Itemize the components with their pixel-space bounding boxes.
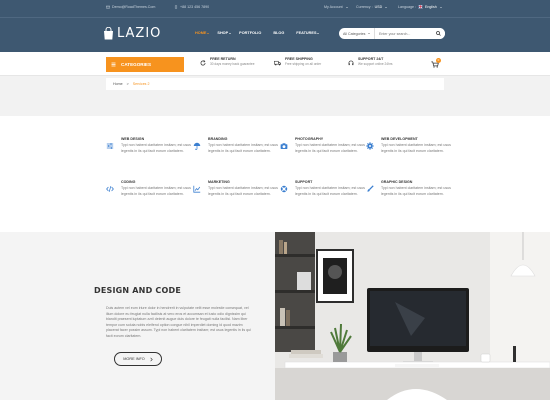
service-title: PHOTOGRAPHY <box>295 137 324 141</box>
chevron-down-icon <box>317 32 320 34</box>
cart-count-badge: 0 <box>436 58 441 63</box>
service-title: BRANDING <box>208 137 228 141</box>
feature-subtitle: Free shipping on all order <box>285 62 322 66</box>
feature-free-return: FREE RETURN 30 days money back guarantee <box>200 57 254 66</box>
email-text: Demo@RoadThemes.Com <box>112 5 156 9</box>
nav-shop-label: SHOP <box>217 31 229 35</box>
brush-icon <box>367 185 374 192</box>
nav-blog-label: BLOG <box>273 31 285 35</box>
service-description: Typi non habent claritatem insitam; est … <box>381 186 451 196</box>
language-value: English <box>425 5 437 9</box>
main-nav: HOME SHOP PORTFOLIO BLOG FEATURES <box>195 31 320 35</box>
service-title: CODING <box>121 180 136 184</box>
search-button[interactable] <box>432 28 445 39</box>
headset-icon <box>348 60 354 66</box>
code-icon <box>106 186 114 192</box>
my-account-dropdown[interactable]: My Account <box>324 5 348 9</box>
phone-text: +88 123 456 7890 <box>180 5 210 9</box>
cart-button[interactable]: 0 <box>431 58 441 69</box>
search-bar: All Categories <box>339 28 445 39</box>
nav-shop[interactable]: SHOP <box>217 31 232 35</box>
nav-portfolio-label: PORTFOLIO <box>239 31 262 35</box>
nav-portfolio[interactable]: PORTFOLIO <box>239 31 261 35</box>
phone-contact: +88 123 456 7890 <box>174 5 209 9</box>
logo[interactable]: LAZIO <box>103 26 161 41</box>
chevron-down-icon <box>368 33 371 34</box>
categories-button[interactable]: CATEGORIES <box>106 57 184 72</box>
shopping-bag-icon <box>104 27 113 40</box>
service-title: WEB DEVELOPMENT <box>381 137 418 141</box>
service-description: Typi non habent claritatem insitam; est … <box>295 186 365 196</box>
currency-selector[interactable]: Currency : USD <box>356 5 388 9</box>
service-title: WEB DESIGN <box>121 137 145 141</box>
truck-icon <box>274 60 281 66</box>
chevron-down-icon <box>345 6 348 8</box>
service-title: MARKETING <box>208 180 230 184</box>
nav-features-label: FEATURES <box>296 31 317 35</box>
logo-text: LAZIO <box>117 26 162 41</box>
more-info-label: MORE INFO <box>123 357 145 361</box>
service-description: Typi non habent claritatem insitam; est … <box>121 186 191 196</box>
more-info-button[interactable]: MORE INFO <box>114 352 162 366</box>
design-title: DESIGN AND CODE <box>94 286 181 295</box>
main-header: LAZIO HOME SHOP PORTFOLIO BLOG FEATURES … <box>0 18 550 52</box>
nav-blog[interactable]: BLOG <box>273 31 284 35</box>
chart-icon <box>193 185 201 193</box>
email-contact[interactable]: Demo@RoadThemes.Com <box>106 5 155 9</box>
service-description: Typi non habent claritatem insitam; est … <box>121 143 191 153</box>
language-label: Language : <box>398 5 416 9</box>
top-bar: Demo@RoadThemes.Com +88 123 456 7890 My … <box>0 0 550 18</box>
service-title: GRAPHIC DESIGN <box>381 180 413 184</box>
feature-support: SUPPORT 24/7 We support online 24hrs <box>348 57 393 66</box>
service-description: Typi non habent claritatem insitam; est … <box>208 186 278 196</box>
phone-icon <box>175 5 177 9</box>
service-bar: CATEGORIES FREE RETURN 30 days money bac… <box>0 52 550 76</box>
chevron-down-icon <box>439 6 442 8</box>
categories-label: CATEGORIES <box>121 62 152 67</box>
feature-subtitle: 30 days money back guarantee <box>210 62 255 66</box>
umbrella-icon <box>193 142 201 150</box>
nav-home[interactable]: HOME <box>195 31 210 35</box>
feature-free-shipping: FREE SHIPPING Free shipping on all order <box>274 57 321 66</box>
search-icon <box>436 31 441 36</box>
uk-flag-icon <box>418 5 423 9</box>
search-category-value: All Categories <box>343 31 366 36</box>
refresh-icon <box>200 60 206 66</box>
sliders-icon <box>106 143 114 149</box>
service-description: Typi non habent claritatem insitam; est … <box>381 143 451 153</box>
my-account-label: My Account <box>324 5 343 9</box>
search-category-select[interactable]: All Categories <box>339 28 375 39</box>
chevron-down-icon <box>229 32 232 34</box>
service-description: Typi non habent claritatem insitam; est … <box>295 143 365 153</box>
chevron-down-icon <box>207 32 210 34</box>
breadcrumb-current: Services 2 <box>132 82 150 86</box>
camera-icon <box>280 143 288 150</box>
search-input[interactable] <box>375 29 431 38</box>
service-title: SUPPORT <box>295 180 313 184</box>
menu-icon <box>111 62 116 67</box>
nav-features[interactable]: FEATURES <box>296 31 320 35</box>
nav-home-label: HOME <box>195 31 207 35</box>
feature-subtitle: We support online 24hrs <box>358 62 393 66</box>
breadcrumb-separator: > <box>126 82 129 86</box>
chevron-down-icon <box>385 6 388 8</box>
envelope-icon <box>106 5 110 9</box>
language-selector[interactable]: Language : English <box>398 5 442 9</box>
lifebuoy-icon <box>280 185 288 193</box>
breadcrumb: Home > Services 2 <box>106 78 444 90</box>
breadcrumb-home[interactable]: Home <box>113 82 123 86</box>
workspace-photo <box>275 232 550 400</box>
arrow-right-icon <box>150 357 153 361</box>
currency-value: USD <box>374 5 383 9</box>
breadcrumb-band: Home > Services 2 <box>0 76 550 116</box>
service-description: Typi non habent claritatem insitam; est … <box>208 143 278 153</box>
currency-label: Currency : <box>356 5 373 9</box>
gear-icon <box>366 142 374 150</box>
design-description: Duis autem vel eum iriure dolor in hendr… <box>106 306 251 338</box>
